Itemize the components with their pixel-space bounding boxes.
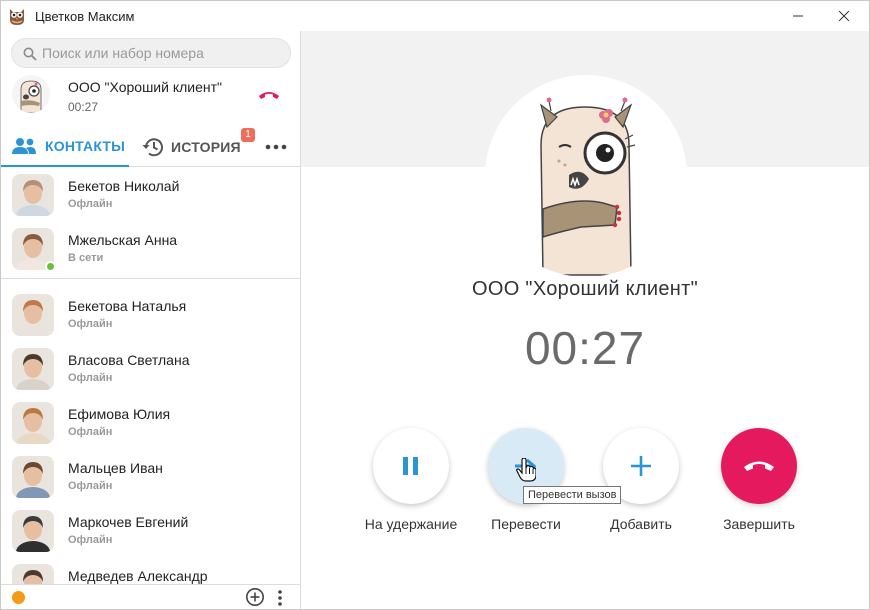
plus-icon — [631, 456, 651, 476]
contact-avatar — [12, 294, 54, 336]
call-timer: 00:27 — [524, 322, 646, 374]
presence-status-indicator[interactable] — [12, 591, 25, 604]
pause-icon — [403, 457, 418, 475]
tab-contacts[interactable]: КОНТАКТЫ — [1, 127, 129, 167]
contact-row[interactable]: Медведев АлександрОфлайн — [1, 558, 300, 584]
hold-button[interactable]: На удержание — [351, 428, 471, 538]
history-clock-icon — [142, 138, 163, 157]
contact-status: Офлайн — [68, 426, 113, 438]
history-count-badge: 1 — [241, 128, 255, 142]
end-call-circle[interactable] — [721, 428, 797, 504]
contact-avatar — [12, 174, 54, 216]
transfer-tooltip: Перевести вызов — [523, 486, 622, 504]
contact-row[interactable]: Мжельская Анна В сети — [1, 222, 300, 276]
call-panel: ООО "Хороший клиент" 00:27 На удержание … — [301, 31, 869, 609]
cartoon-creature-avatar — [12, 75, 50, 113]
contact-name: Бекетова Наталья — [68, 298, 187, 314]
add-circle-icon[interactable] — [245, 587, 265, 607]
close-button[interactable] — [821, 1, 867, 31]
hold-label: На удержание — [364, 516, 458, 532]
window-title: Цветков Максим — [35, 9, 135, 24]
search-box[interactable] — [11, 38, 291, 68]
phone-hangup-icon[interactable] — [257, 85, 281, 105]
contact-row[interactable]: Маркочев Евгений Офлайн — [1, 504, 300, 558]
minimize-button[interactable] — [775, 1, 821, 31]
active-call-name: ООО "Хороший клиент" — [68, 79, 222, 95]
contact-status: Офлайн — [68, 198, 113, 210]
contact-avatar — [12, 510, 54, 552]
tab-contacts-label: КОНТАКТЫ — [45, 138, 126, 154]
online-status-dot — [45, 261, 56, 272]
transfer-button[interactable]: Перевести — [466, 428, 586, 538]
caller-name: ООО "Хороший клиент" — [472, 278, 698, 300]
contact-status: Офлайн — [68, 534, 113, 546]
contact-status: Офлайн — [68, 480, 113, 492]
search-input[interactable] — [42, 44, 282, 62]
contact-name: Бекетов Николай — [68, 178, 180, 194]
contact-list: Бекетов Николай Офлайн Мжельская Анна В сет… — [1, 168, 300, 584]
tab-history-label: ИСТОРИЯ — [171, 139, 241, 155]
contact-row[interactable]: Мальцев Иван Офлайн — [1, 450, 300, 504]
left-footer — [1, 584, 300, 609]
contact-name: Ефимова Юлия — [68, 406, 171, 422]
hand-pointer-cursor-icon — [516, 458, 536, 482]
contact-name: Мальцев Иван — [68, 460, 163, 476]
contact-status: Офлайн — [68, 318, 113, 330]
contact-status: Офлайн — [68, 372, 113, 384]
tab-history[interactable]: ИСТОРИЯ — [141, 127, 241, 167]
tab-bar: КОНТАКТЫ ИСТОРИЯ 1 — [1, 127, 300, 167]
title-bar: Цветков Максим — [1, 1, 869, 31]
end-call-label: Завершить — [723, 516, 795, 532]
cartoon-creature-illustration — [539, 97, 636, 276]
transfer-label: Перевести — [491, 516, 561, 532]
active-call-duration: 00:27 — [68, 100, 99, 114]
contact-row[interactable]: Бекетова Наталья Офлайн — [1, 288, 300, 342]
contact-name: Власова Светлана — [68, 352, 190, 368]
owl-icon — [10, 9, 24, 25]
contact-row[interactable]: Власова Светлана Офлайн — [1, 342, 300, 396]
contact-avatar — [12, 348, 54, 390]
active-call-item[interactable]: ООО "Хороший клиент" 00:27 — [1, 71, 300, 123]
more-dots-icon[interactable] — [264, 137, 288, 157]
add-label: Добавить — [610, 516, 672, 532]
end-call-button[interactable]: Завершить — [699, 428, 819, 538]
add-call-button[interactable]: Добавить — [581, 428, 701, 538]
left-panel: ООО "Хороший клиент" 00:27 КОНТАКТЫ — [1, 31, 301, 609]
contact-name: Медведев Александр — [68, 568, 208, 584]
contact-row[interactable]: Ефимова Юлия Офлайн — [1, 396, 300, 450]
phone-hangup-icon — [744, 461, 774, 471]
contact-name: Мжельская Анна — [68, 232, 178, 248]
contact-avatar — [12, 564, 54, 584]
vertical-dots-icon[interactable] — [273, 588, 287, 608]
caller-avatar — [485, 75, 687, 277]
search-icon — [23, 47, 37, 61]
people-icon — [12, 138, 36, 154]
hold-circle[interactable] — [373, 428, 449, 504]
contact-avatar — [12, 456, 54, 498]
contact-name: Маркочев Евгений — [68, 514, 189, 530]
favorites-separator — [1, 278, 300, 279]
contact-status: В сети — [68, 252, 104, 264]
minimize-icon — [793, 15, 803, 17]
close-icon — [839, 11, 849, 21]
contact-avatar — [12, 402, 54, 444]
app-window: Цветков Максим Поиск или набор номера ОО… — [0, 0, 870, 610]
contact-row[interactable]: Бекетов Николай Офлайн — [1, 168, 300, 222]
